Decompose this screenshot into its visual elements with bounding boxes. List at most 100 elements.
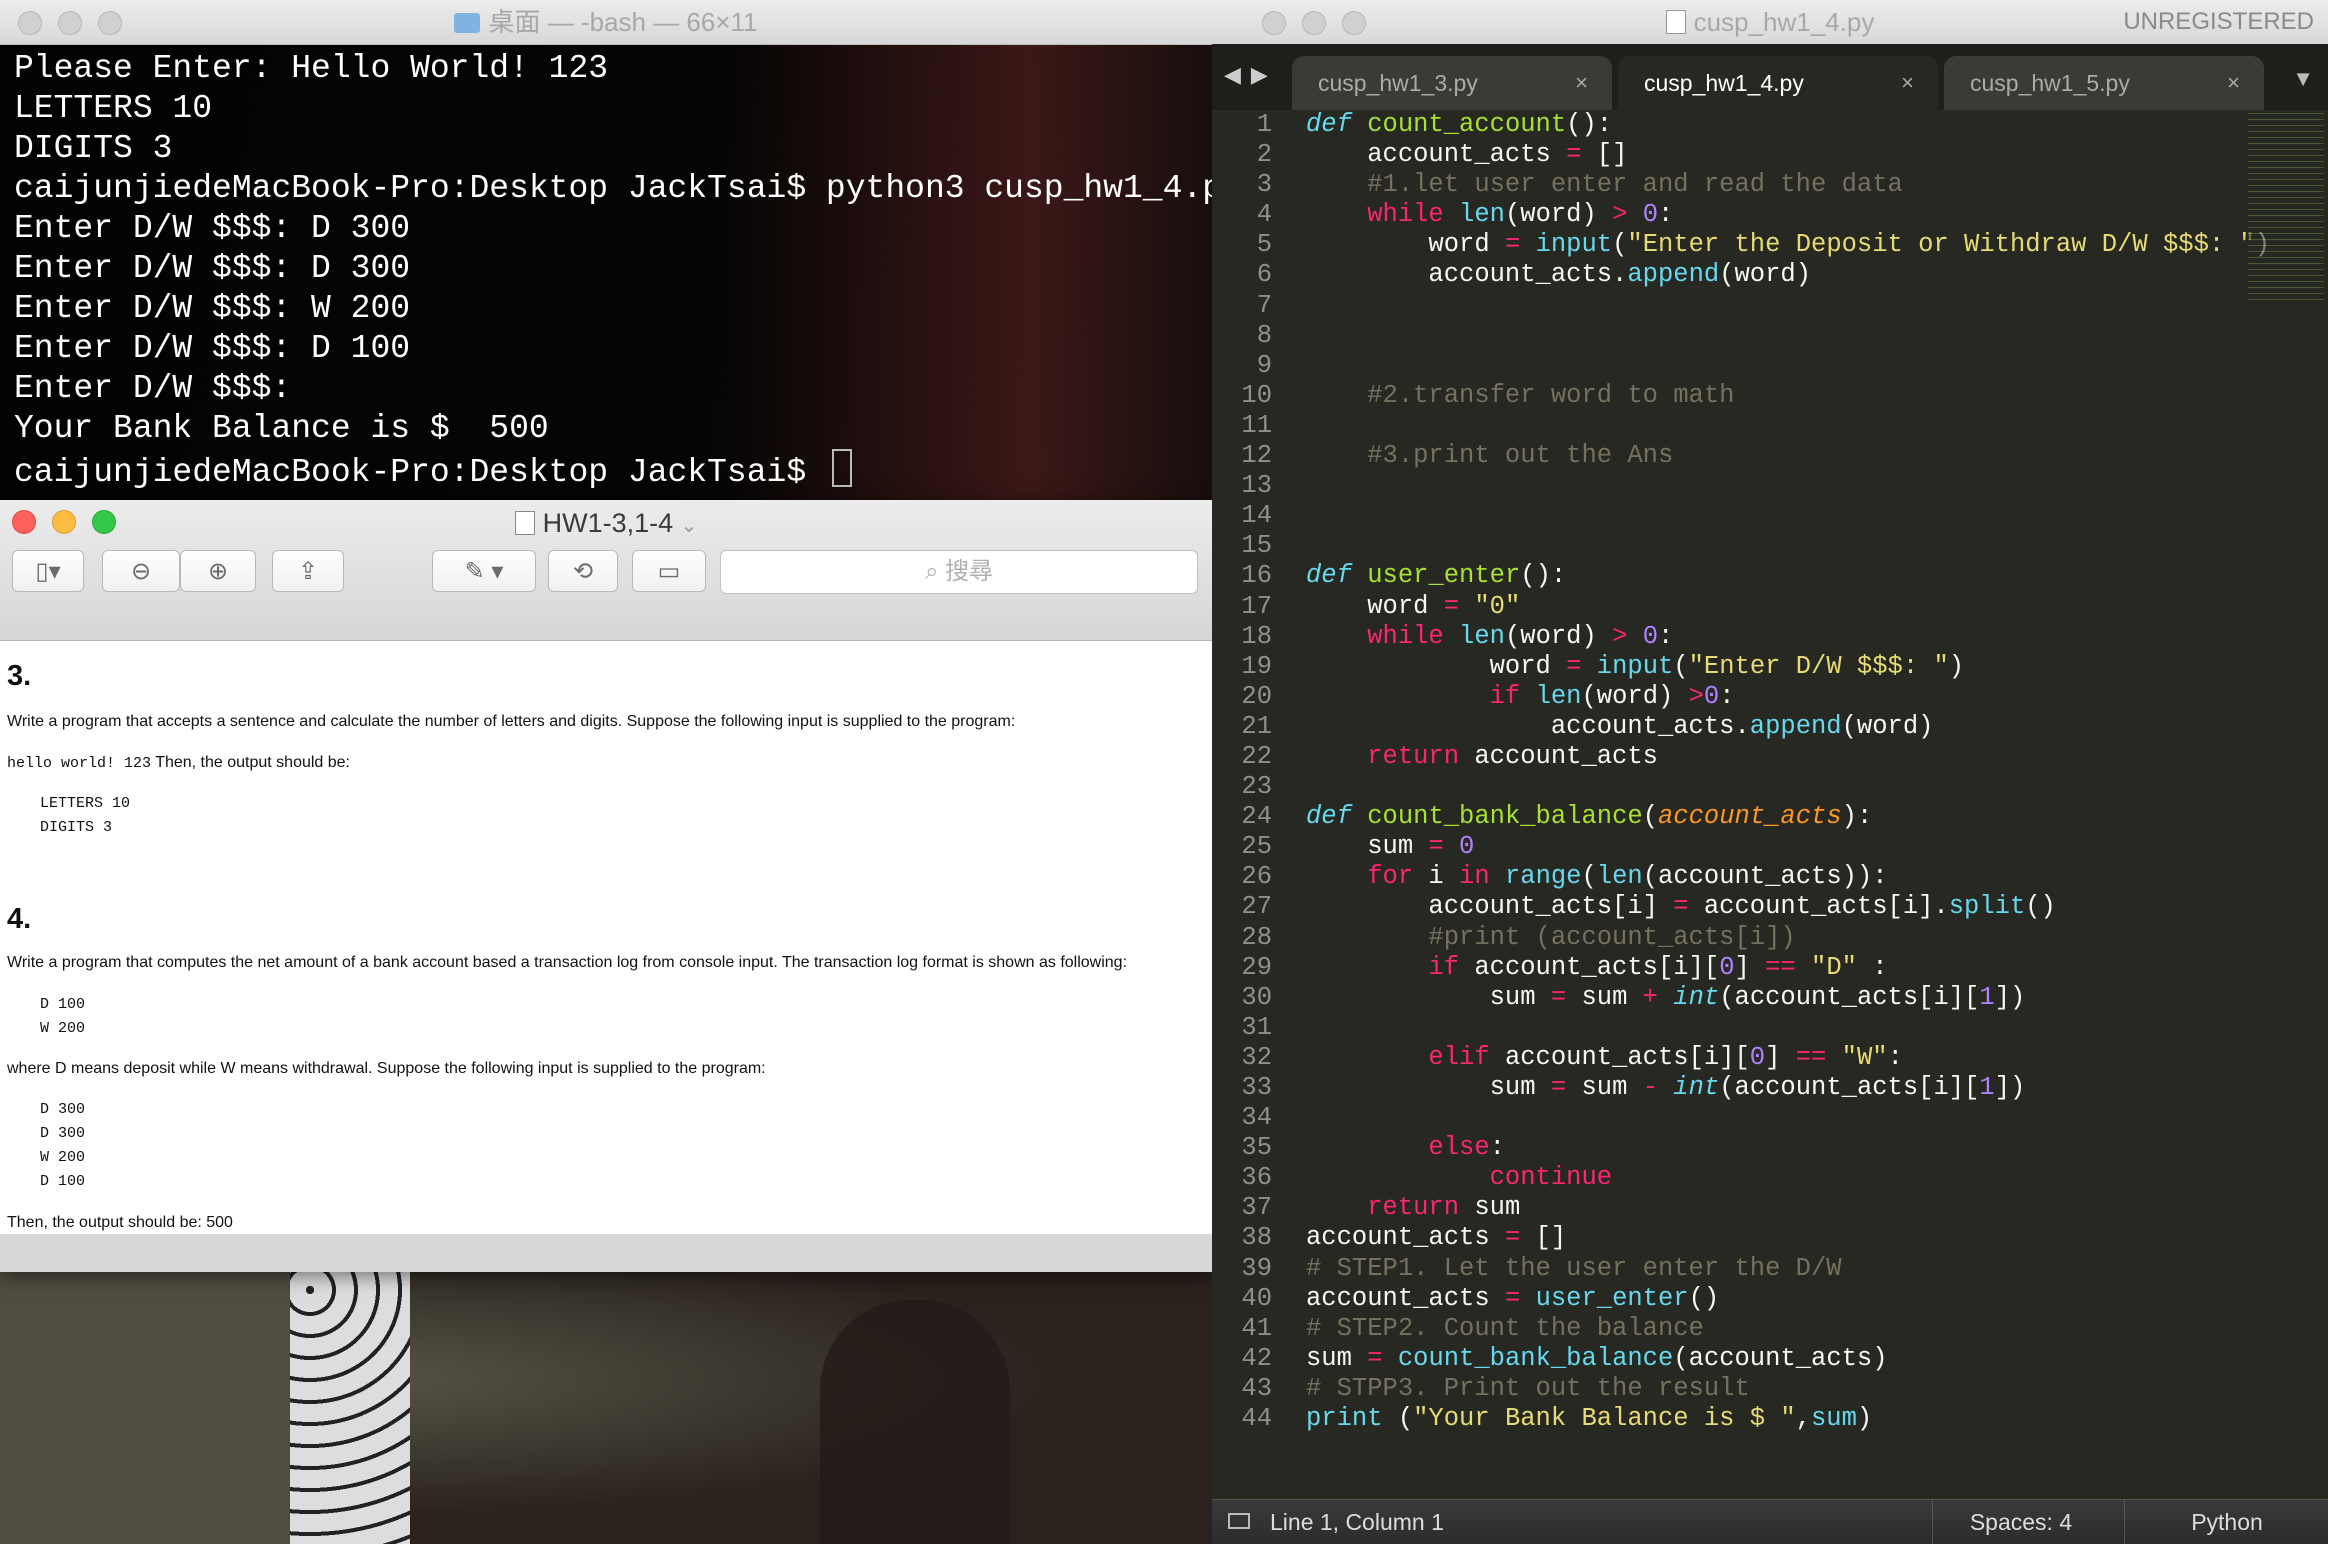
line-number: 12 [1241,441,1272,471]
code-area[interactable]: def count_account(): account_acts = [] #… [1306,110,2270,1434]
tab-bar: ◀▶ cusp_hw1_3.py × cusp_hw1_4.py × cusp_hw… [1212,44,2328,110]
code-token: + [1642,982,1658,1012]
terminal-line: caijunjiedeMacBook-Pro:Desktop JackTsai$ [14,449,1212,491]
zoom-out-button[interactable]: ⊖ [102,550,180,592]
code-line: else: [1306,1133,2270,1163]
code-line: if account_acts[i][0] == "D" : [1306,953,2270,983]
code-token: "W" [1841,1042,1888,1072]
code-line: if len(word) >0: [1306,682,2270,712]
code-token: sum [1306,1343,1368,1373]
line-number: 28 [1241,922,1272,952]
chevron-down-icon[interactable]: ⌄ [681,515,698,537]
sidebar-toggle-button[interactable]: ▯▾ [12,550,84,592]
pen-icon: ✎ ▾ [464,558,504,585]
line-number: 9 [1256,350,1272,380]
code-token: [] [1520,1223,1567,1253]
code-token: user_enter [1535,1283,1689,1313]
minimize-button[interactable] [58,11,82,35]
terminal-line: Enter D/W $$$: D 300 [14,210,411,247]
window-controls[interactable] [1262,11,1366,35]
search-field[interactable]: ⌕ 搜尋 [720,550,1198,594]
tab-cusp-hw1-5[interactable]: cusp_hw1_5.py × [1944,56,2264,110]
code-editor[interactable]: 1 2 3 4 5 6 7 8 9 10 11 12 13 14 15 16 17 18 19 20 21 22 23 24 2… [1212,110,2328,1500]
terminal-window[interactable]: 桌面 — -bash — 66×11 Please Enter: Hello W… [0,0,1242,500]
code-token: (account_acts) [1673,1343,1888,1373]
terminal-titlebar[interactable]: 桌面 — -bash — 66×11 [0,0,1212,45]
code-token: sum [1306,982,1551,1012]
code-line: word = "0" [1306,592,2270,622]
terminal-line: Your Bank Balance is $ 500 [14,410,549,447]
wallpaper-jacket [0,1270,340,1544]
code-token: == [1795,1042,1827,1072]
line-number: 24 [1241,802,1272,832]
tab-cusp-hw1-4[interactable]: cusp_hw1_4.py × [1618,56,1938,110]
minimap[interactable] [2248,110,2324,300]
question-3-input-line: hello world! 123 Then, the output should… [7,754,350,772]
code-line: sum = sum - int(account_acts[i][1]) [1306,1073,2270,1103]
code-token: #1.let user enter and read the data [1306,170,1903,200]
markup-button[interactable]: ✎ ▾ [432,550,536,592]
code-token: 1 [1979,982,1995,1012]
preview-title: HW1-3,1-4 [542,508,674,538]
tab-navigation[interactable]: ◀▶ [1224,62,1278,88]
panel-toggle-icon[interactable] [1228,1513,1250,1529]
code-line: #2.transfer word to math [1306,381,2270,411]
line-number: 32 [1241,1042,1272,1072]
terminal-output[interactable]: Please Enter: Hello World! 123 LETTERS 10… [0,45,1242,500]
line-number: 19 [1241,651,1272,681]
code-line: # STEP1. Let the user enter the D/W [1306,1254,2270,1284]
code-token: (word) [1581,681,1689,711]
share-button[interactable]: ⇪ [272,550,344,592]
tab-menu-icon[interactable]: ▼ [2292,66,2314,92]
code-token: (): [1566,110,1613,139]
code-token: > [1612,621,1628,651]
code-token: # STEP1. Let the user enter the D/W [1306,1253,1842,1283]
tab-cusp-hw1-3[interactable]: cusp_hw1_3.py × [1292,56,1612,110]
code-token: = [1566,140,1582,170]
question-3-text: Write a program that accepts a sentence … [7,713,1016,730]
code-token: len [1459,200,1505,230]
zoom-button[interactable] [98,11,122,35]
tab-label: cusp_hw1_3.py [1318,70,1478,96]
syntax-selector[interactable]: Python [2124,1500,2328,1544]
close-icon[interactable]: × [2227,56,2240,110]
code-token: account_acts[i][ [1489,1042,1750,1072]
close-icon[interactable]: × [1575,56,1588,110]
share-icon: ⇪ [297,558,319,585]
tab-next-icon[interactable]: ▶ [1251,62,1278,87]
preview-window[interactable]: HW1-3,1-4 ⌄ ▯▾ ⊖ ⊕ ⇪ ✎ ▾ ⟲ ▭ ⌕ 搜尋 3. Wri… [0,500,1212,1272]
close-button[interactable] [18,11,42,35]
page-gap [0,1234,1212,1272]
tab-prev-icon[interactable]: ◀ [1224,62,1251,87]
code-line: #1.let user enter and read the data [1306,170,2270,200]
line-number: 30 [1241,982,1272,1012]
window-controls[interactable] [18,11,122,35]
toolbox-button[interactable]: ▭ [632,550,706,592]
close-icon[interactable]: × [1901,56,1914,110]
zoom-in-button[interactable]: ⊕ [180,550,256,592]
code-token: #print (account_acts[i]) [1306,922,1796,952]
code-token: , [1795,1404,1811,1434]
sublime-window[interactable]: cusp_hw1_4.py UNREGISTERED ◀▶ cusp_hw1_3… [1212,0,2328,1544]
code-token: elif [1306,1042,1490,1072]
code-line: word = input("Enter D/W $$$: ") [1306,652,2270,682]
sublime-titlebar[interactable]: cusp_hw1_4.py UNREGISTERED [1212,0,2328,44]
code-token: 0 [1642,621,1659,651]
zoom-button[interactable] [1342,11,1366,35]
code-line: sum = count_bank_balance(account_acts) [1306,1344,2270,1374]
line-number: 36 [1241,1163,1272,1193]
code-token: def [1306,802,1352,832]
indentation-selector[interactable]: Spaces: 4 [1932,1500,2109,1544]
code-token: account_acts[i] [1306,892,1674,922]
pdf-page: 3. Write a program that accepts a senten… [0,650,1212,1233]
rotate-button[interactable]: ⟲ [548,550,618,592]
close-button[interactable] [1262,11,1286,35]
code-token: len [1459,621,1505,651]
question-3-heading: 3. [7,660,32,692]
minimize-button[interactable] [1302,11,1326,35]
